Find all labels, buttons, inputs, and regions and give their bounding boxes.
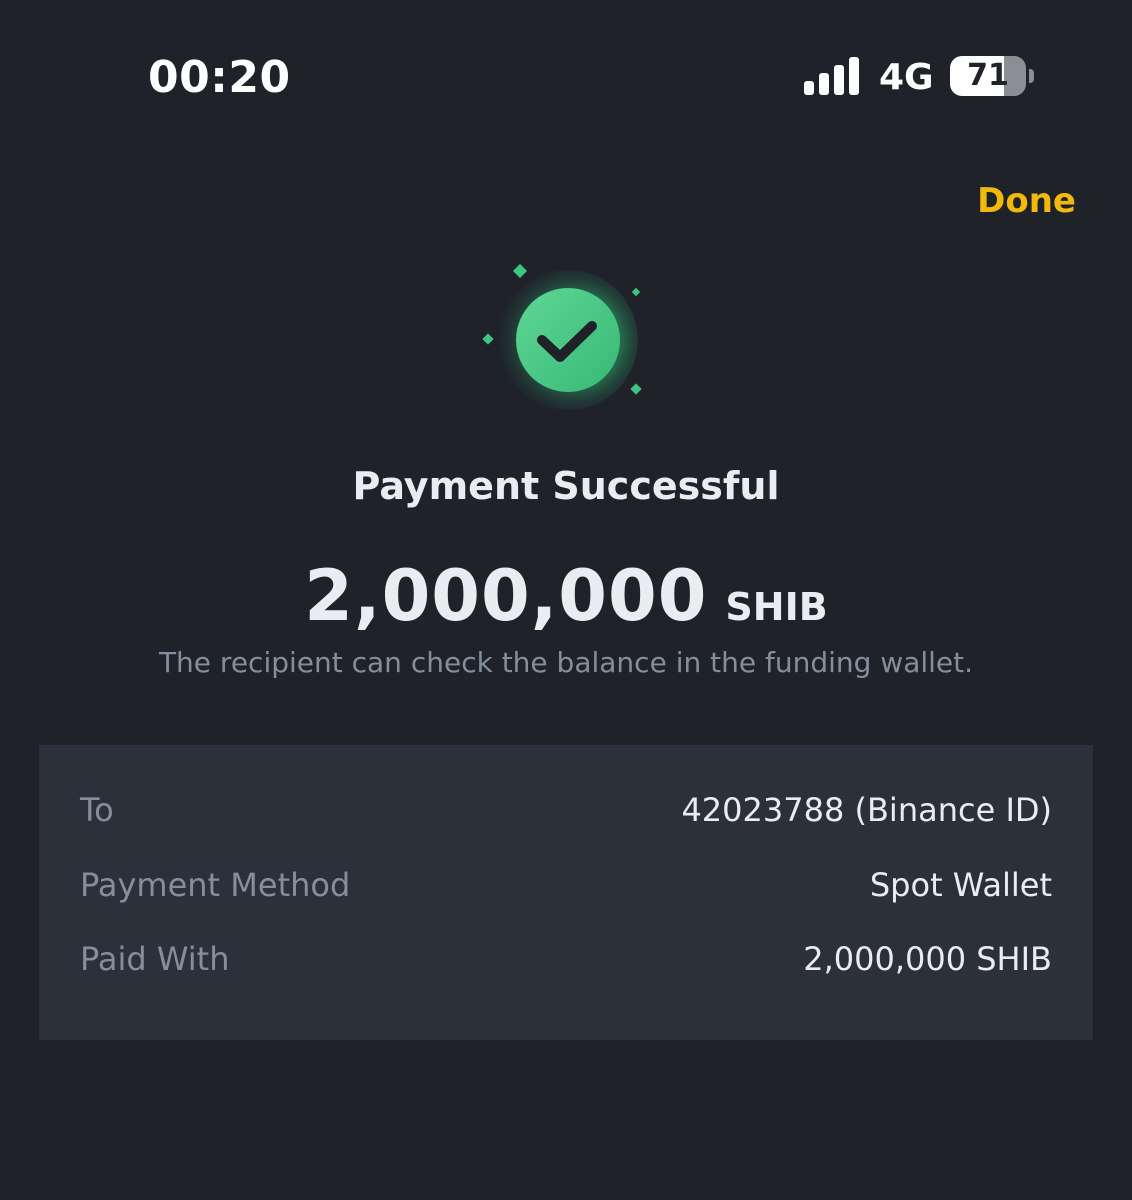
amount-unit: SHIB: [725, 585, 828, 629]
detail-value: Spot Wallet: [869, 866, 1052, 904]
payment-success-screen: 00:20 4G 71 Done Payment Successful 2,00…: [0, 0, 1132, 1200]
done-button[interactable]: Done: [977, 180, 1076, 222]
details-card: To 42023788 (Binance ID) Payment Method …: [39, 745, 1093, 1040]
payment-status-title: Payment Successful: [352, 464, 780, 508]
payment-note: The recipient can check the balance in t…: [158, 646, 974, 679]
detail-label: To: [80, 791, 114, 829]
network-type: 4G: [879, 57, 934, 98]
detail-row-paid-with: Paid With 2,000,000 SHIB: [80, 936, 1052, 982]
signal-bars-icon: [804, 57, 859, 95]
detail-label: Paid With: [80, 940, 230, 978]
status-time: 00:20: [148, 52, 291, 103]
battery-level: 71: [967, 58, 1009, 93]
detail-value: 2,000,000 SHIB: [803, 940, 1052, 978]
detail-row-payment-method: Payment Method Spot Wallet: [80, 862, 1052, 908]
payment-amount: 2,000,000 SHIB: [0, 556, 1132, 655]
detail-label: Payment Method: [80, 866, 351, 904]
amount-value: 2,000,000: [304, 555, 708, 637]
detail-value: 42023788 (Binance ID): [681, 791, 1052, 829]
detail-row-to: To 42023788 (Binance ID): [80, 787, 1052, 833]
battery-icon: 71: [950, 56, 1036, 98]
check-circle-icon: [482, 263, 642, 410]
